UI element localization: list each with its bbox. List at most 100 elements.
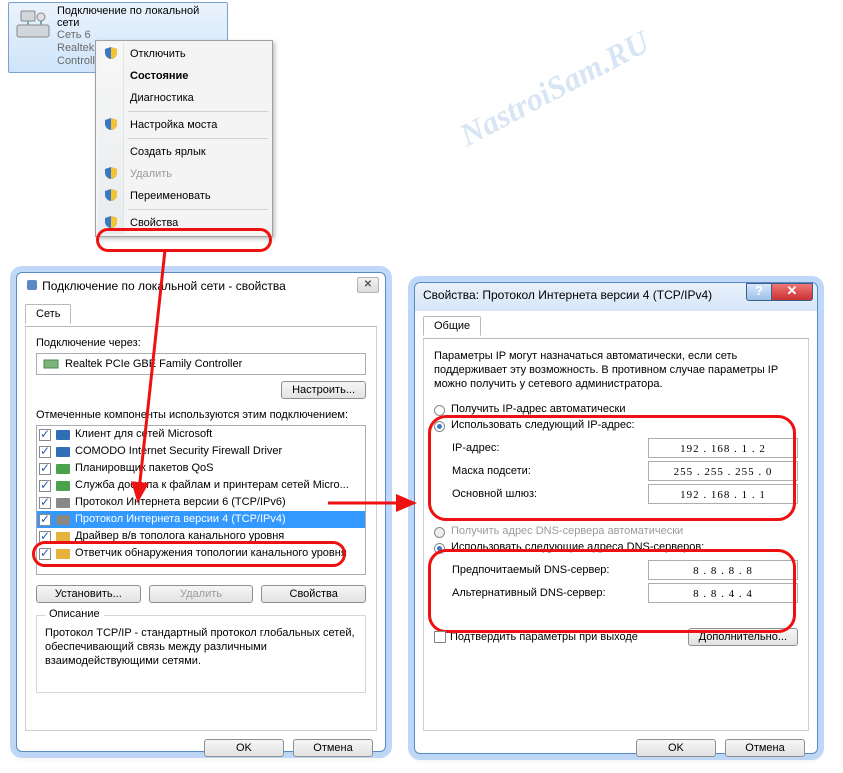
context-menu-item-label: Переименовать [130, 190, 211, 202]
description-title: Описание [45, 608, 104, 620]
component-label: Протокол Интернета версии 6 (TCP/IPv6) [75, 495, 286, 510]
close-button[interactable]: ✕ [771, 283, 813, 301]
label-dns1: Предпочитаемый DNS-сервер: [452, 564, 648, 576]
context-menu-item[interactable]: Настройка моста [98, 114, 270, 136]
install-button[interactable]: Установить... [36, 585, 141, 603]
uac-shield-icon [104, 166, 118, 180]
nic-icon [43, 357, 59, 371]
adapter-field-text: Realtek PCIe GBE Family Controller [65, 358, 242, 370]
component-checkbox[interactable] [39, 548, 51, 560]
intro-text: Параметры IP могут назначаться автоматич… [434, 349, 798, 391]
checkbox-validate[interactable] [434, 631, 446, 643]
radio-dns-manual[interactable]: Использовать следующие адреса DNS-сервер… [434, 541, 798, 553]
component-label: Служба доступа к файлам и принтерам сете… [75, 478, 349, 493]
window-title: Свойства: Протокол Интернета версии 4 (T… [423, 288, 712, 302]
radio-ip-manual[interactable]: Использовать следующий IP-адрес: [434, 419, 798, 431]
component-icon [55, 496, 71, 510]
component-icon [55, 445, 71, 459]
component-icon [55, 530, 71, 544]
window-icon [25, 278, 39, 292]
context-menu-item-label: Состояние [130, 70, 188, 82]
context-menu-separator [128, 111, 268, 112]
context-menu-item[interactable]: Состояние [98, 65, 270, 87]
context-menu-item-label: Удалить [130, 168, 172, 180]
adapter-title: Подключение по локальной сети [57, 5, 223, 29]
context-menu-item[interactable]: Диагностика [98, 87, 270, 109]
ok-button[interactable]: OK [636, 739, 716, 757]
input-ip-address[interactable]: 192 . 168 . 1 . 2 [648, 438, 798, 458]
component-row[interactable]: Служба доступа к файлам и принтерам сете… [37, 477, 365, 494]
component-row[interactable]: COMODO Internet Security Firewall Driver [37, 443, 365, 460]
component-row[interactable]: Ответчик обнаружения топологии канальног… [37, 545, 365, 562]
tab-network[interactable]: Сеть [25, 304, 71, 324]
context-menu-item[interactable]: Переименовать [98, 185, 270, 207]
radio-dns-auto: Получить адрес DNS-сервера автоматически [434, 525, 798, 537]
component-row[interactable]: Протокол Интернета версии 6 (TCP/IPv6) [37, 494, 365, 511]
context-menu-item[interactable]: Свойства [98, 212, 270, 234]
context-menu-separator [128, 209, 268, 210]
component-label: Драйвер в/в тополога канального уровня [75, 529, 284, 544]
uac-shield-icon [104, 188, 118, 202]
components-label: Отмеченные компоненты используются этим … [36, 409, 366, 421]
radio-ip-auto[interactable]: Получить IP-адрес автоматически [434, 403, 798, 415]
component-label: Планировщик пакетов QoS [75, 461, 214, 476]
component-row[interactable]: Протокол Интернета версии 4 (TCP/IPv4) [37, 511, 365, 528]
context-menu-item[interactable]: Создать ярлык [98, 141, 270, 163]
input-dns1[interactable]: 8 . 8 . 8 . 8 [648, 560, 798, 580]
connection-properties-window: Подключение по локальной сети - свойства… [16, 272, 386, 752]
component-row[interactable]: Планировщик пакетов QoS [37, 460, 365, 477]
uac-shield-icon [104, 46, 118, 60]
context-menu: Отключить Состояние Диагностика Настройка м… [95, 40, 273, 237]
components-list[interactable]: Клиент для сетей Microsoft COMODO Interne… [36, 425, 366, 575]
properties-button[interactable]: Свойства [261, 585, 366, 603]
label-ip: IP-адрес: [452, 442, 648, 454]
component-icon [55, 428, 71, 442]
component-row[interactable]: Клиент для сетей Microsoft [37, 426, 365, 443]
component-checkbox[interactable] [39, 429, 51, 441]
component-checkbox[interactable] [39, 497, 51, 509]
input-subnet-mask[interactable]: 255 . 255 . 255 . 0 [648, 461, 798, 481]
component-checkbox[interactable] [39, 531, 51, 543]
ok-button[interactable]: OK [204, 739, 284, 757]
uac-shield-icon [104, 215, 118, 229]
component-icon [55, 462, 71, 476]
uac-shield-icon [104, 117, 118, 131]
radio-ip-auto-label: Получить IP-адрес автоматически [451, 403, 625, 415]
connect-using-label: Подключение через: [36, 337, 366, 349]
component-checkbox[interactable] [39, 480, 51, 492]
component-icon [55, 547, 71, 561]
description-text: Протокол TCP/IP - стандартный протокол г… [45, 626, 357, 668]
remove-button: Удалить [149, 585, 254, 603]
component-row[interactable]: Драйвер в/в тополога канального уровня [37, 528, 365, 545]
label-mask: Маска подсети: [452, 465, 648, 477]
context-menu-item[interactable]: Отключить [98, 43, 270, 65]
network-adapter-icon [13, 5, 53, 45]
cancel-button[interactable]: Отмена [725, 739, 805, 757]
watermark: NastroiSam.RU [454, 23, 656, 154]
help-button[interactable]: ? [746, 283, 772, 301]
context-menu-item-label: Настройка моста [130, 119, 217, 131]
component-checkbox[interactable] [39, 514, 51, 526]
component-label: Протокол Интернета версии 4 (TCP/IPv4) [75, 512, 286, 527]
context-menu-item-label: Диагностика [130, 92, 194, 104]
input-gateway[interactable]: 192 . 168 . 1 . 1 [648, 484, 798, 504]
context-menu-separator [128, 138, 268, 139]
tab-general[interactable]: Общие [423, 316, 481, 336]
component-label: COMODO Internet Security Firewall Driver [75, 444, 282, 459]
ipv4-properties-window: Свойства: Протокол Интернета версии 4 (T… [414, 282, 818, 754]
radio-ip-manual-label: Использовать следующий IP-адрес: [451, 419, 635, 431]
context-menu-item-label: Отключить [130, 48, 186, 60]
adapter-field[interactable]: Realtek PCIe GBE Family Controller [36, 353, 366, 375]
configure-button[interactable]: Настроить... [281, 381, 366, 399]
component-icon [55, 479, 71, 493]
component-checkbox[interactable] [39, 446, 51, 458]
checkbox-validate-label: Подтвердить параметры при выходе [450, 631, 638, 643]
cancel-button[interactable]: Отмена [293, 739, 373, 757]
component-label: Клиент для сетей Microsoft [75, 427, 212, 442]
advanced-button[interactable]: Дополнительно... [688, 628, 798, 646]
input-dns2[interactable]: 8 . 8 . 4 . 4 [648, 583, 798, 603]
component-icon [55, 513, 71, 527]
context-menu-item-label: Создать ярлык [130, 146, 206, 158]
close-button[interactable]: ✕ [357, 277, 379, 293]
component-checkbox[interactable] [39, 463, 51, 475]
